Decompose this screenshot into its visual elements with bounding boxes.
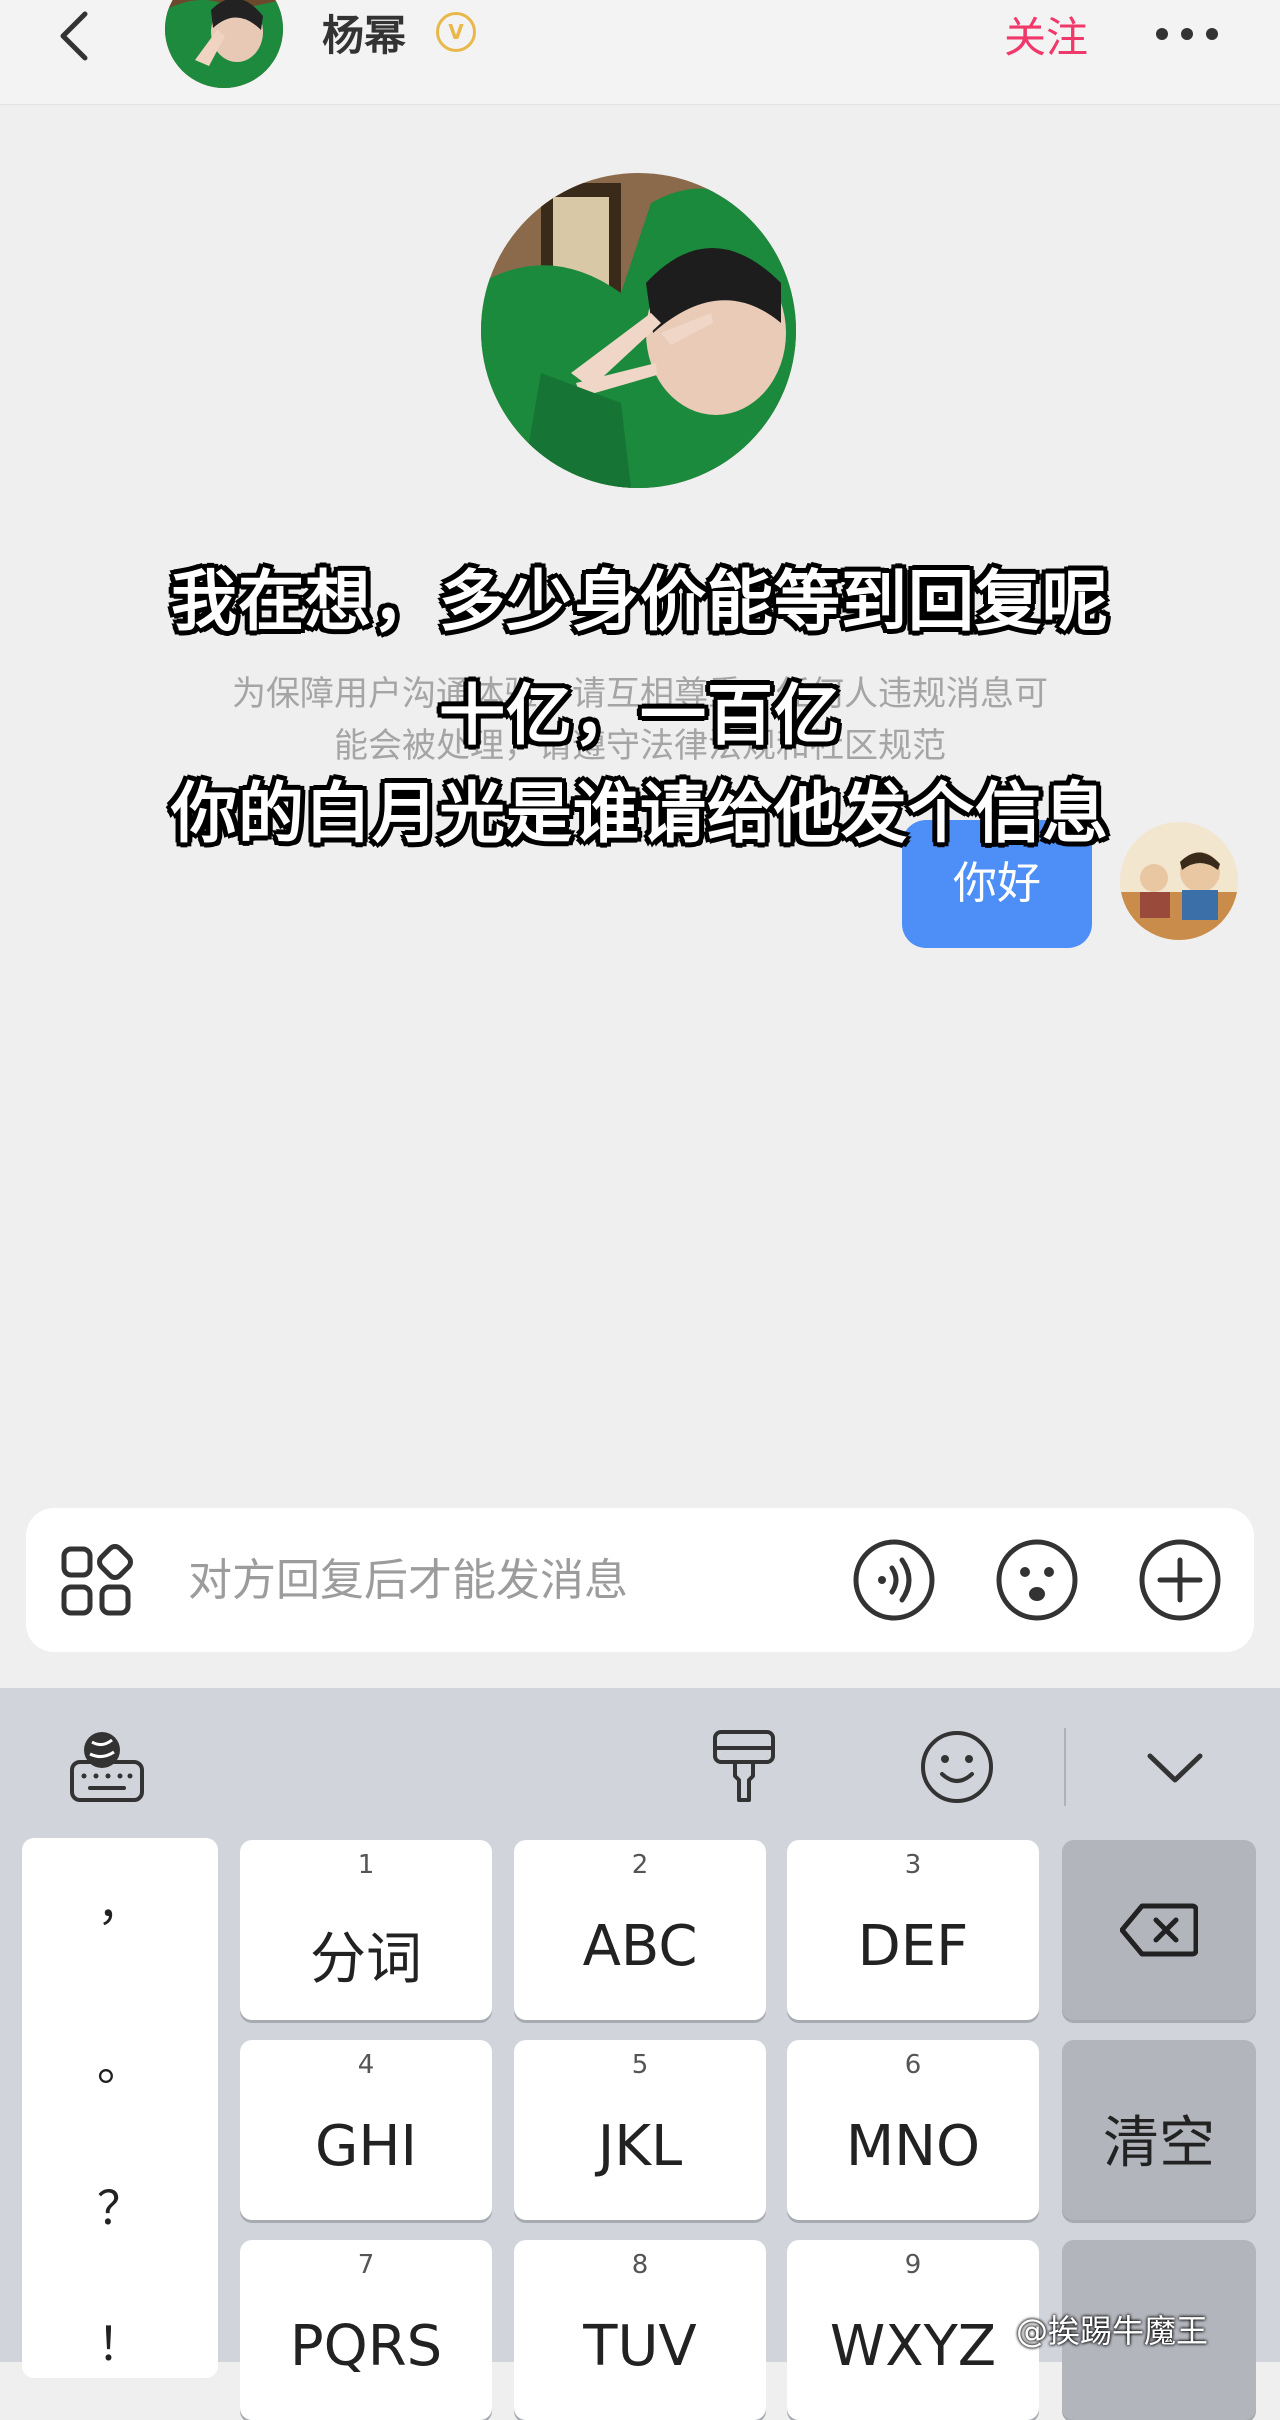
apps-icon[interactable]: [58, 1543, 134, 1619]
contact-avatar-large[interactable]: [481, 173, 796, 488]
punct-question[interactable]: ？: [22, 2172, 218, 2238]
caption-line-3: 你的白月光是谁请给他发个信息: [171, 775, 1109, 852]
more-icon[interactable]: [1152, 10, 1222, 54]
key-7[interactable]: 7 PQRS: [240, 2240, 492, 2420]
caption-line-1: 我在想，多少身价能等到回复呢: [171, 563, 1109, 640]
chevron-down-icon[interactable]: [1140, 1738, 1210, 1798]
key-1[interactable]: 1 分词: [240, 1840, 492, 2020]
caption-line-2: 十亿，一百亿: [439, 677, 841, 754]
plus-icon[interactable]: [1138, 1538, 1222, 1622]
clear-key[interactable]: 清空: [1062, 2040, 1256, 2220]
punct-period[interactable]: 。: [22, 2028, 218, 2094]
key-5[interactable]: 5 JKL: [514, 2040, 766, 2220]
key-6[interactable]: 6 MNO: [787, 2040, 1039, 2220]
key-2[interactable]: 2 ABC: [514, 1840, 766, 2020]
key-9[interactable]: 9 WXYZ: [787, 2240, 1039, 2420]
key-3[interactable]: 3 DEF: [787, 1840, 1039, 2020]
emoji-icon[interactable]: [995, 1538, 1079, 1622]
message-input[interactable]: [188, 1548, 748, 1612]
key-8[interactable]: 8 TUV: [514, 2240, 766, 2420]
back-icon[interactable]: [55, 8, 95, 64]
punct-comma[interactable]: ，: [22, 1868, 218, 1934]
backspace-key[interactable]: [1062, 1840, 1256, 2020]
key-4[interactable]: 4 GHI: [240, 2040, 492, 2220]
toolbar-divider: [1064, 1728, 1066, 1806]
backspace-icon: [1120, 1903, 1198, 1957]
voice-icon[interactable]: [852, 1538, 936, 1622]
follow-button[interactable]: 关注: [1004, 4, 1088, 65]
verified-badge-icon: V: [436, 12, 476, 52]
watermark: @挨踢牛魔王: [1016, 2312, 1209, 2350]
brush-icon[interactable]: [705, 1728, 783, 1806]
contact-name: 杨幂: [322, 11, 407, 60]
punct-exclaim[interactable]: ！: [22, 2308, 218, 2374]
smile-icon[interactable]: [918, 1728, 996, 1806]
globe-keyboard-icon[interactable]: [68, 1728, 146, 1806]
